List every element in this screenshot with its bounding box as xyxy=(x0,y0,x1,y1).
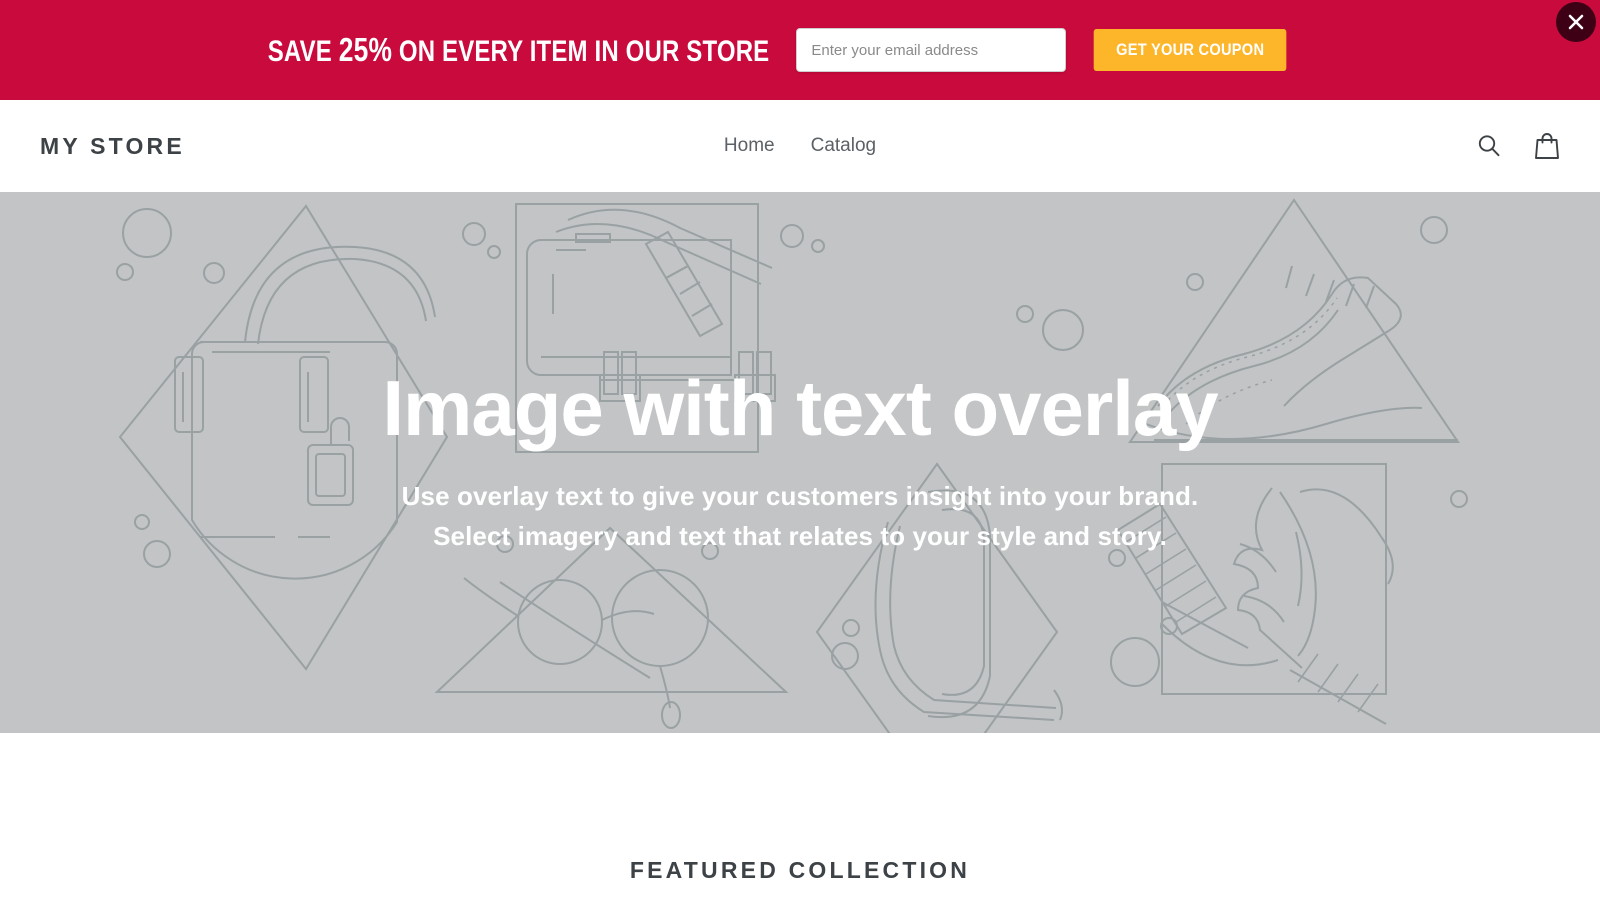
hero-title: Image with text overlay xyxy=(382,364,1218,453)
promo-signup-form: GET YOUR COUPON xyxy=(796,28,1302,72)
site-header: MY STORE Home Catalog xyxy=(0,100,1600,192)
promo-percent: 25% xyxy=(339,31,393,68)
hero-section: Image with text overlay Use overlay text… xyxy=(0,192,1600,733)
header-icon-group xyxy=(1474,130,1562,162)
main-navigation: Home Catalog xyxy=(724,135,876,157)
featured-collection-title: FEATURED COLLECTION xyxy=(629,857,971,883)
email-input[interactable] xyxy=(796,28,1067,72)
promo-banner: SAVE 25% ON EVERY ITEM IN OUR STORE GET … xyxy=(0,0,1600,100)
promo-headline: SAVE 25% ON EVERY ITEM IN OUR STORE xyxy=(268,31,770,69)
nav-link-home[interactable]: Home xyxy=(724,135,775,157)
promo-text-after: ON EVERY ITEM IN OUR STORE xyxy=(392,35,770,68)
nav-link-catalog[interactable]: Catalog xyxy=(811,135,877,157)
hero-subtitle: Use overlay text to give your customers … xyxy=(402,476,1199,557)
search-button[interactable] xyxy=(1474,131,1504,161)
promo-close-button[interactable] xyxy=(1556,2,1596,42)
cart-button[interactable] xyxy=(1532,130,1562,162)
store-logo[interactable]: MY STORE xyxy=(40,133,185,160)
promo-text-before: SAVE xyxy=(268,35,340,68)
close-x-icon xyxy=(1568,14,1584,30)
shopping-bag-icon xyxy=(1535,133,1559,159)
hero-text-overlay: Image with text overlay Use overlay text… xyxy=(0,192,1600,733)
get-coupon-button[interactable]: GET YOUR COUPON xyxy=(1094,29,1287,71)
featured-collection-section: FEATURED COLLECTION xyxy=(0,733,1600,884)
hero-subtitle-line-2: Select imagery and text that relates to … xyxy=(433,521,1167,552)
search-icon xyxy=(1478,135,1500,157)
hero-subtitle-line-1: Use overlay text to give your customers … xyxy=(401,481,1199,512)
